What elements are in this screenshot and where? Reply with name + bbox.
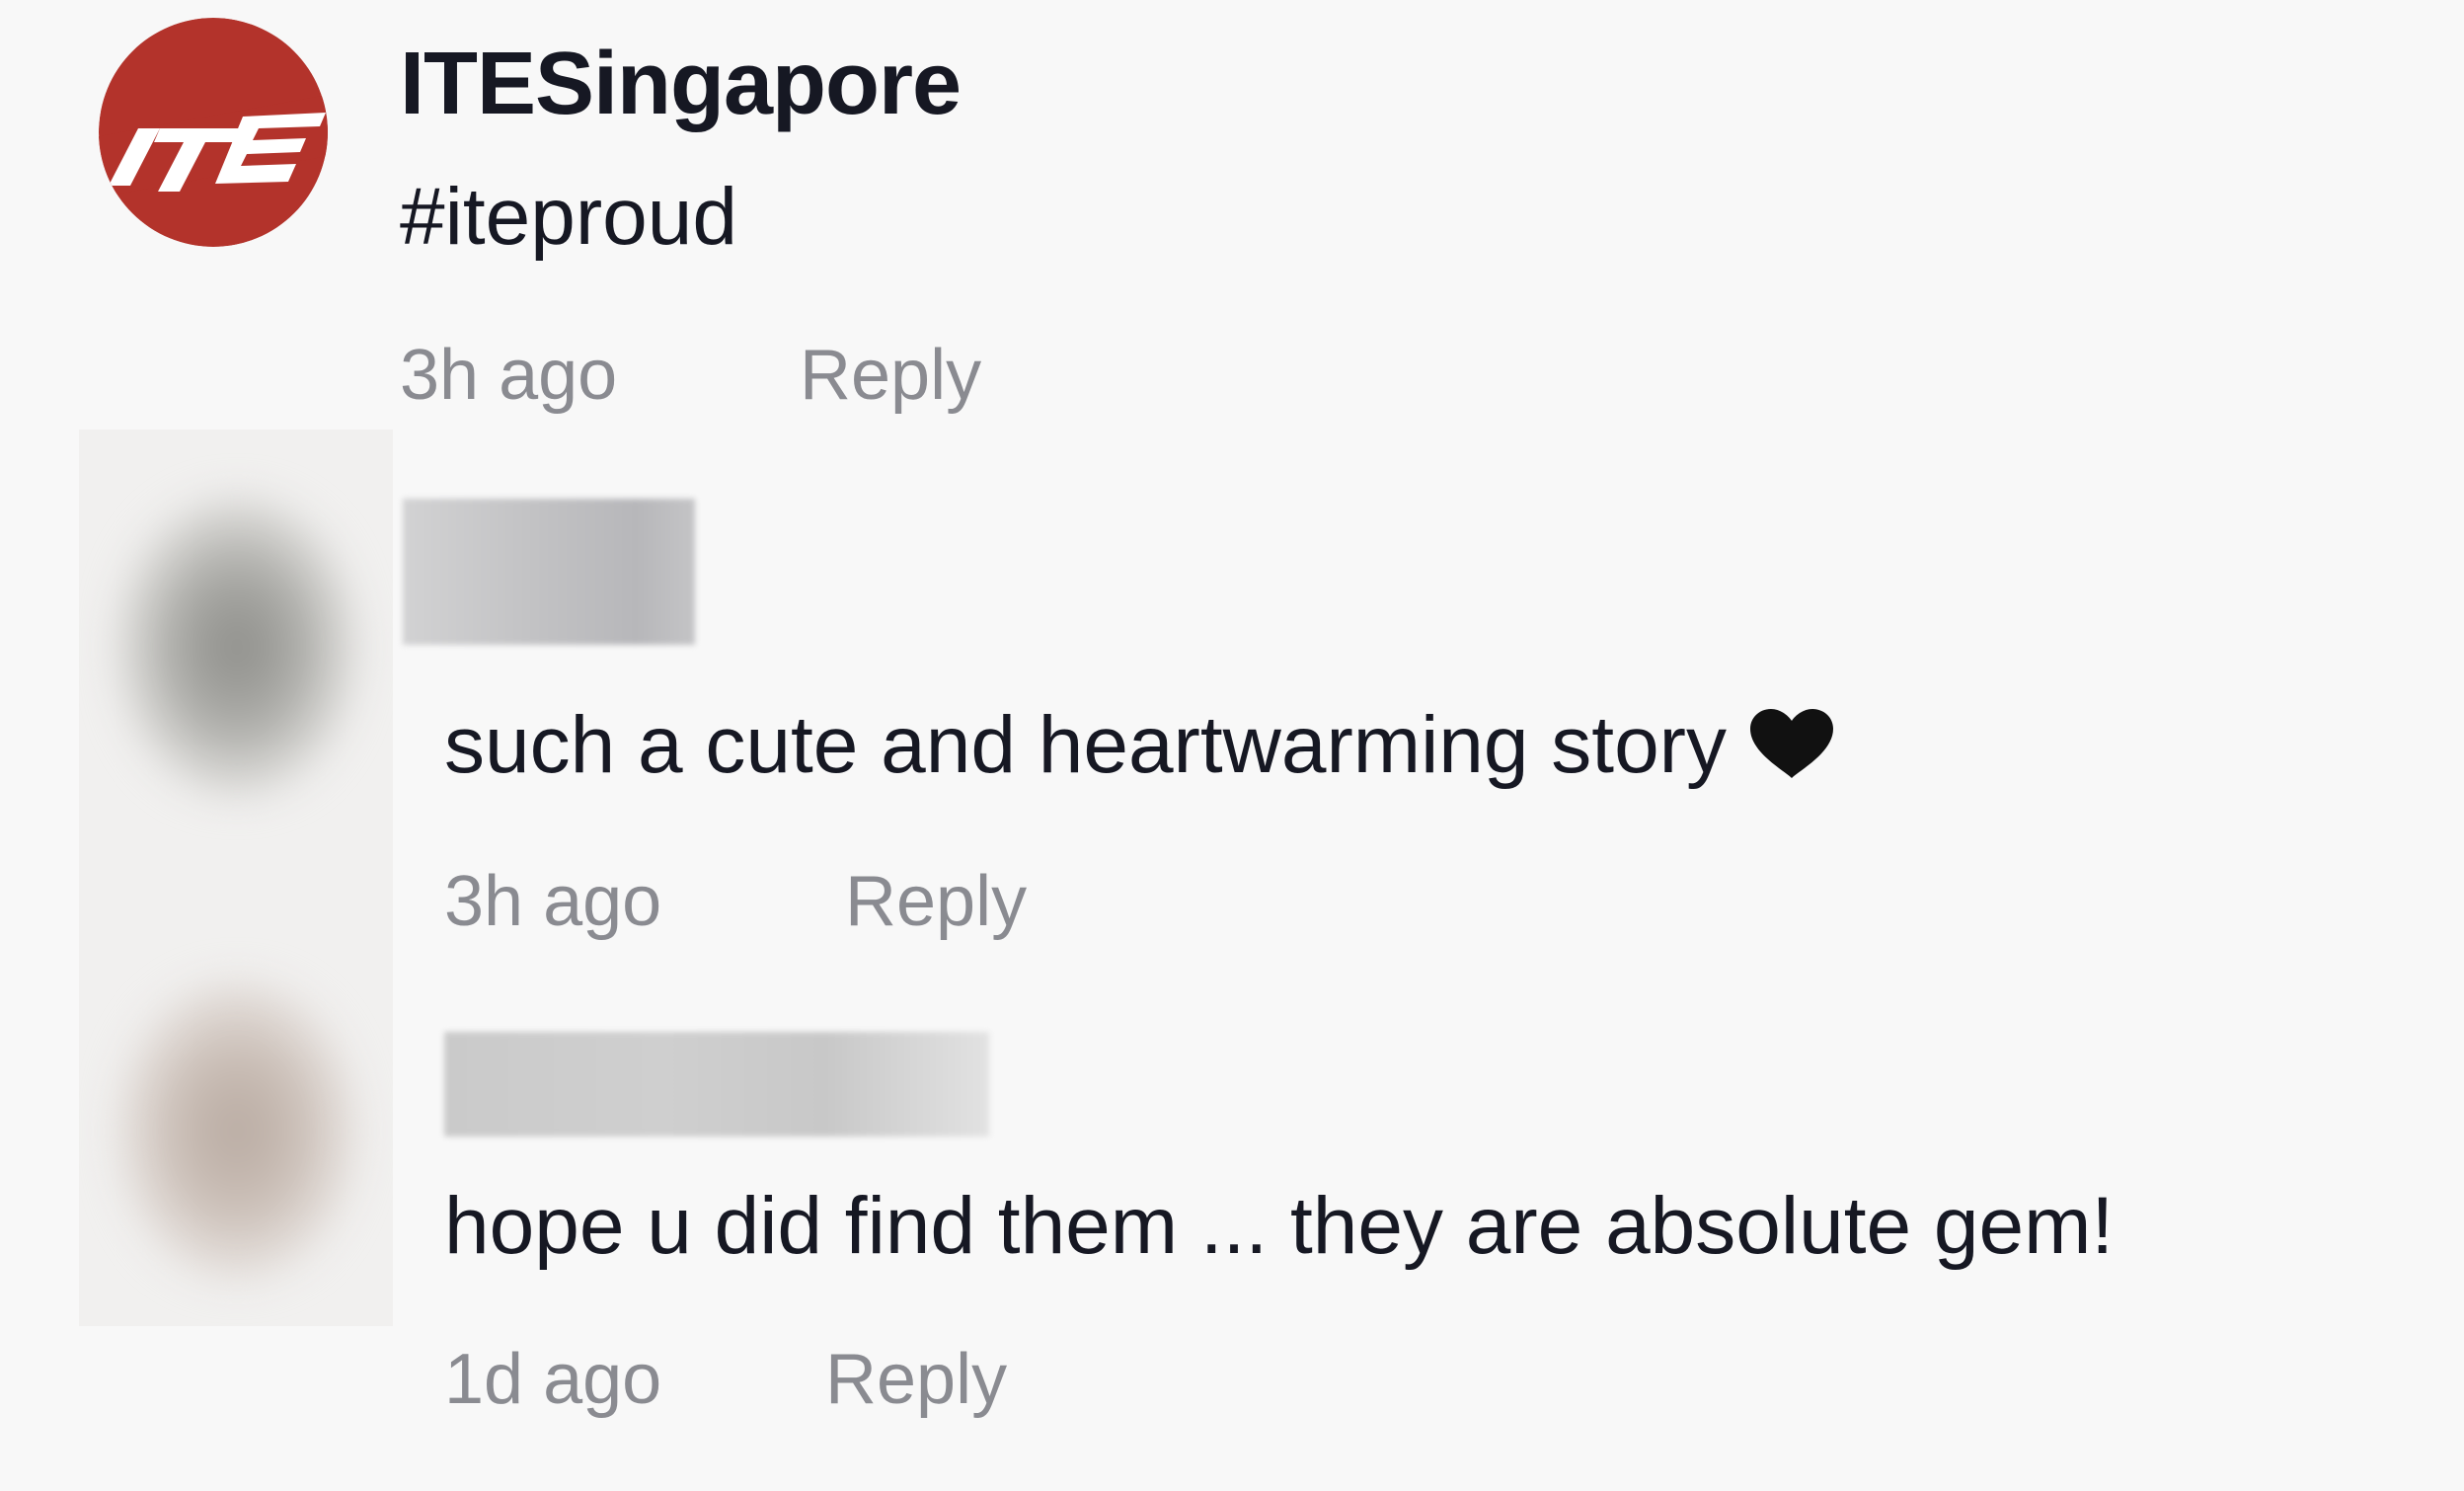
ite-avatar[interactable] — [99, 18, 328, 247]
heart-icon — [1750, 709, 1833, 778]
redacted-avatars — [79, 430, 393, 1326]
comment-text: #iteproud — [400, 172, 737, 262]
reply-2-text: hope u did find them ... they are absolu… — [444, 1181, 2115, 1271]
reply-1-username-redacted — [403, 499, 695, 645]
reply-2-reply-button[interactable]: Reply — [825, 1335, 1007, 1424]
comment-timestamp: 3h ago — [400, 336, 618, 415]
reply-1-timestamp: 3h ago — [444, 862, 662, 941]
comment-reply-button[interactable]: Reply — [800, 331, 981, 420]
reply-1-reply-button[interactable]: Reply — [845, 857, 1027, 946]
reply-2-timestamp: 1d ago — [444, 1340, 662, 1419]
ite-logo — [99, 18, 328, 247]
comment-username[interactable]: ITESingapore — [400, 30, 962, 138]
reply-1-text-row: such a cute and heartwarming story — [444, 696, 1833, 795]
reply-2-username-redacted — [444, 1032, 989, 1137]
reply-1-text: such a cute and heartwarming story — [444, 700, 1727, 790]
